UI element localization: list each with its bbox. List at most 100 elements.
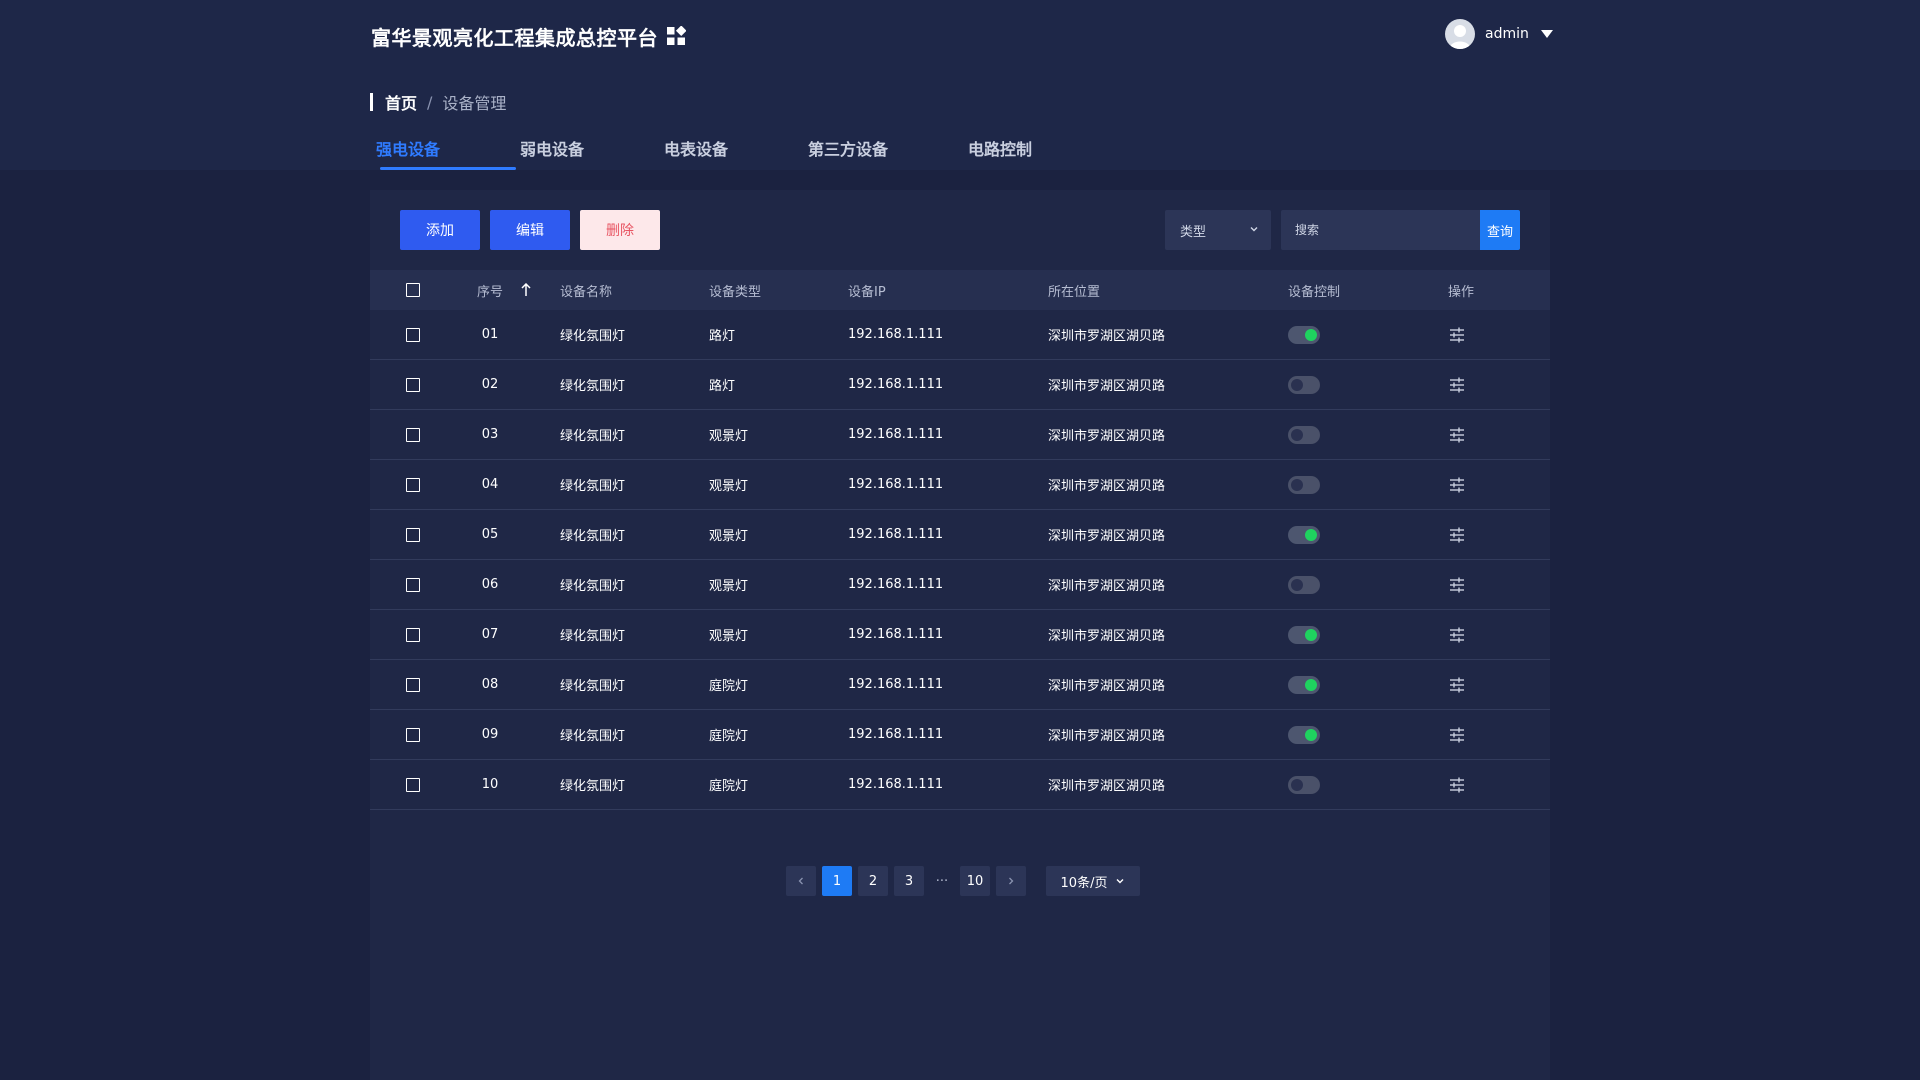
row-name: 绿化氛围灯	[560, 379, 626, 394]
device-toggle[interactable]	[1288, 525, 1320, 544]
row-control-cell	[1288, 460, 1320, 509]
row-name: 绿化氛围灯	[560, 779, 626, 794]
row-checkbox[interactable]	[406, 527, 420, 542]
breadcrumb-home[interactable]: 首页	[385, 90, 417, 114]
settings-sliders-icon[interactable]	[1448, 627, 1466, 643]
table-row: 04 绿化氛围灯 观景灯 192.168.1.111 深圳市罗湖区湖贝路	[370, 460, 1550, 510]
settings-sliders-icon[interactable]	[1448, 477, 1466, 493]
row-control-cell	[1288, 410, 1320, 459]
page-3-button[interactable]: 3	[894, 866, 924, 896]
row-ip: 192.168.1.111	[848, 477, 944, 492]
device-toggle[interactable]	[1288, 325, 1320, 344]
search-input[interactable]	[1281, 210, 1481, 250]
row-location: 深圳市罗湖区湖贝路	[1048, 529, 1166, 544]
chevron-down-icon	[1250, 227, 1258, 232]
add-button[interactable]: 添加	[400, 210, 480, 250]
row-type: 观景灯	[709, 529, 749, 544]
col-location: 所在位置	[1048, 284, 1101, 300]
page-10-button[interactable]: 10	[960, 866, 990, 896]
row-ip: 192.168.1.111	[848, 427, 944, 442]
col-control: 设备控制	[1288, 284, 1341, 300]
row-no: 10	[481, 777, 499, 792]
app-title: 富华景观亮化工程集成总控平台	[371, 26, 658, 50]
row-name: 绿化氛围灯	[560, 579, 626, 594]
row-checkbox[interactable]	[406, 377, 420, 392]
row-checkbox[interactable]	[406, 727, 420, 742]
edit-button[interactable]: 编辑	[490, 210, 570, 250]
row-checkbox[interactable]	[406, 777, 420, 792]
page-1-button[interactable]: 1	[822, 866, 852, 896]
device-toggle[interactable]	[1288, 425, 1320, 444]
row-checkbox[interactable]	[406, 677, 420, 692]
row-checkbox-cell	[406, 560, 420, 609]
row-checkbox[interactable]	[406, 327, 420, 342]
grid-icon[interactable]	[666, 26, 686, 46]
row-no: 08	[481, 677, 499, 692]
row-no: 04	[481, 477, 499, 492]
next-page-button[interactable]	[996, 866, 1026, 896]
toggle-knob	[1305, 328, 1317, 341]
row-control-cell	[1288, 660, 1320, 709]
caret-down-icon[interactable]	[1540, 30, 1553, 38]
row-ip: 192.168.1.111	[848, 577, 944, 592]
table-row: 03 绿化氛围灯 观景灯 192.168.1.111 深圳市罗湖区湖贝路	[370, 410, 1550, 460]
page-size-select[interactable]: 10条/页	[1046, 866, 1140, 896]
settings-sliders-icon[interactable]	[1448, 527, 1466, 543]
row-checkbox-cell	[406, 660, 420, 709]
tab-third-party[interactable]: 第三方设备	[808, 136, 968, 170]
settings-sliders-icon[interactable]	[1448, 727, 1466, 743]
settings-sliders-icon[interactable]	[1448, 577, 1466, 593]
toggle-knob	[1291, 578, 1303, 591]
row-action-cell	[1448, 660, 1466, 709]
type-select[interactable]: 类型	[1165, 210, 1271, 250]
user-menu[interactable]: admin	[1445, 19, 1553, 49]
row-type: 路灯	[709, 379, 736, 394]
row-checkbox-cell	[406, 460, 420, 509]
row-checkbox-cell	[406, 310, 420, 359]
settings-sliders-icon[interactable]	[1448, 327, 1466, 343]
row-checkbox[interactable]	[406, 427, 420, 442]
tab-meter[interactable]: 电表设备	[664, 136, 808, 170]
delete-button[interactable]: 删除	[580, 210, 660, 250]
chevron-right-icon	[1009, 877, 1014, 885]
device-toggle[interactable]	[1288, 725, 1320, 744]
row-location: 深圳市罗湖区湖贝路	[1048, 629, 1166, 644]
row-checkbox[interactable]	[406, 477, 420, 492]
sort-arrow-icon[interactable]	[520, 283, 532, 297]
row-no: 06	[481, 577, 499, 592]
settings-sliders-icon[interactable]	[1448, 777, 1466, 793]
table-header: 序号 设备名称 设备类型 设备IP 所在位置 设备控制 操作	[370, 270, 1550, 310]
top-header: 富华景观亮化工程集成总控平台 admin 首页 / 设备管理 强电设备 弱电设备…	[0, 0, 1920, 170]
row-action-cell	[1448, 410, 1466, 459]
device-toggle[interactable]	[1288, 775, 1320, 794]
row-type: 观景灯	[709, 479, 749, 494]
search-button[interactable]: 查询	[1480, 210, 1520, 250]
page-2-button[interactable]: 2	[858, 866, 888, 896]
device-toggle[interactable]	[1288, 625, 1320, 644]
device-toggle[interactable]	[1288, 375, 1320, 394]
device-toggle[interactable]	[1288, 575, 1320, 594]
chevron-down-icon	[1116, 879, 1124, 884]
tab-circuit-control[interactable]: 电路控制	[968, 136, 1068, 170]
row-checkbox[interactable]	[406, 577, 420, 592]
row-checkbox[interactable]	[406, 627, 420, 642]
row-ip: 192.168.1.111	[848, 527, 944, 542]
row-checkbox-cell	[406, 760, 420, 809]
device-toggle[interactable]	[1288, 675, 1320, 694]
col-name: 设备名称	[560, 284, 613, 300]
settings-sliders-icon[interactable]	[1448, 677, 1466, 693]
settings-sliders-icon[interactable]	[1448, 377, 1466, 393]
avatar	[1445, 19, 1475, 49]
row-location: 深圳市罗湖区湖贝路	[1048, 429, 1166, 444]
row-type: 观景灯	[709, 579, 749, 594]
tab-weak-current[interactable]: 弱电设备	[520, 136, 664, 170]
tab-strong-current[interactable]: 强电设备	[376, 136, 520, 170]
toggle-knob	[1291, 478, 1303, 491]
select-all-checkbox[interactable]	[406, 283, 420, 297]
prev-page-button[interactable]	[786, 866, 816, 896]
row-control-cell	[1288, 710, 1320, 759]
device-toggle[interactable]	[1288, 475, 1320, 494]
row-location: 深圳市罗湖区湖贝路	[1048, 479, 1166, 494]
settings-sliders-icon[interactable]	[1448, 427, 1466, 443]
row-action-cell	[1448, 510, 1466, 559]
